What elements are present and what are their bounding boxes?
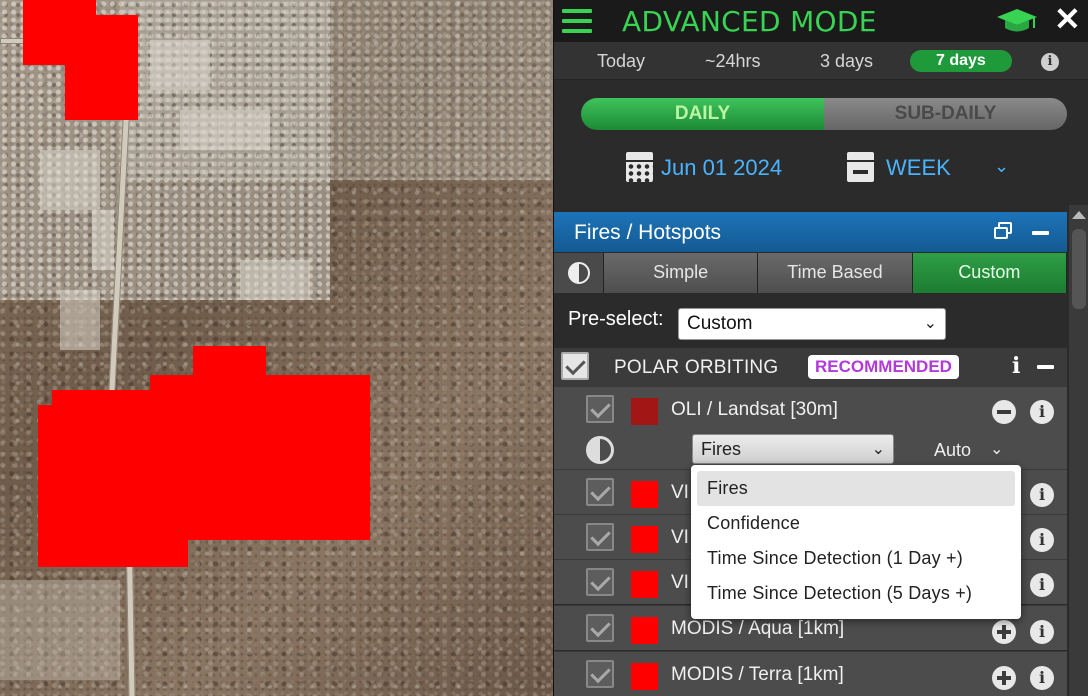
group-header: POLAR ORBITING RECOMMENDED i (554, 348, 1067, 386)
week-calendar-icon[interactable] (847, 152, 874, 182)
scroll-up-icon[interactable] (1072, 211, 1086, 219)
dropdown-option-time-5days[interactable]: Time Since Detection (5 Days +) (697, 576, 1015, 611)
date-bar: Jun 01 2024 WEEK ⌄ (554, 150, 1088, 186)
chevron-down-icon[interactable]: ⌄ (994, 156, 1009, 177)
group-title: POLAR ORBITING (614, 357, 779, 378)
building-block (180, 110, 270, 150)
info-icon[interactable]: i (1041, 53, 1059, 71)
tab-time-based[interactable]: Time Based (758, 253, 913, 293)
sensor-row: OLI / Landsat [30m] i (554, 386, 1067, 432)
add-icon[interactable] (992, 666, 1016, 690)
contrast-icon[interactable] (586, 436, 614, 464)
daily-subdaily-toggle[interactable]: DAILY SUB-DAILY (581, 98, 1067, 130)
dropdown-option-time-1day[interactable]: Time Since Detection (1 Day +) (697, 541, 1015, 576)
layer-title: Fires / Hotspots (574, 221, 722, 244)
date-value[interactable]: Jun 01 2024 (661, 155, 782, 181)
group-checkbox[interactable] (561, 352, 589, 380)
panel-header: ADVANCED MODE ✕ (554, 0, 1088, 42)
scale-select[interactable]: Auto (934, 440, 971, 461)
graduation-cap-icon[interactable] (996, 8, 1038, 34)
sensor-checkbox[interactable] (586, 523, 614, 551)
close-icon[interactable]: ✕ (1054, 2, 1081, 36)
info-icon[interactable]: i (1012, 353, 1020, 379)
subdaily-option[interactable]: SUB-DAILY (824, 98, 1067, 130)
style-select[interactable]: Fires ⌄ (692, 434, 894, 464)
info-icon[interactable]: i (1030, 620, 1054, 644)
sensor-checkbox[interactable] (586, 478, 614, 506)
scroll-thumb[interactable] (1072, 229, 1086, 309)
hamburger-icon[interactable] (562, 9, 592, 33)
building-block (92, 210, 114, 270)
copy-icon[interactable] (994, 222, 1014, 240)
sensor-checkbox[interactable] (586, 568, 614, 596)
info-icon[interactable]: i (1030, 666, 1054, 690)
dropdown-option-confidence[interactable]: Confidence (697, 506, 1015, 541)
tab-custom[interactable]: Custom (912, 253, 1067, 293)
opacity-tab[interactable] (554, 253, 604, 293)
sensor-checkbox[interactable] (586, 660, 614, 688)
building-block (0, 580, 120, 680)
preselect-value: Custom (687, 313, 753, 334)
chevron-down-icon[interactable]: ⌄ (990, 439, 1003, 459)
layer-header: Fires / Hotspots (554, 212, 1067, 252)
time-range-bar: Today ~24hrs 3 days 7 days i (554, 42, 1088, 80)
fire-detection-area[interactable] (38, 405, 188, 567)
collapse-icon[interactable] (1037, 365, 1054, 369)
panel-title: ADVANCED MODE (622, 5, 877, 38)
sensor-name: VI (671, 482, 689, 503)
info-icon[interactable]: i (1030, 573, 1054, 597)
sensor-name: VI (671, 527, 689, 548)
sensor-row: MODIS / Terra [1km] i (554, 651, 1067, 696)
info-icon[interactable]: i (1030, 483, 1054, 507)
sensor-checkbox[interactable] (586, 395, 614, 423)
fire-detection-area[interactable] (65, 15, 138, 120)
dropdown-option-fires[interactable]: Fires (697, 471, 1015, 506)
sensor-color-swatch[interactable] (631, 526, 658, 553)
urban-area (120, 0, 553, 180)
info-icon[interactable]: i (1030, 528, 1054, 552)
range-3days[interactable]: 3 days (820, 51, 873, 72)
building-block (240, 260, 310, 300)
chevron-down-icon: ⌄ (871, 441, 885, 458)
tab-simple[interactable]: Simple (604, 253, 759, 293)
range-7days[interactable]: 7 days (910, 50, 1012, 72)
sensor-name: MODIS / Aqua [1km] (671, 618, 845, 639)
range-today[interactable]: Today (597, 51, 645, 72)
recommended-badge: RECOMMENDED (808, 355, 959, 379)
collapse-icon[interactable] (1032, 231, 1049, 235)
daily-option[interactable]: DAILY (581, 98, 824, 130)
style-select-value: Fires (701, 439, 741, 459)
chevron-down-icon: ⌄ (923, 315, 937, 332)
preselect-label: Pre-select: (568, 308, 664, 330)
building-block (40, 150, 100, 210)
info-icon[interactable]: i (1030, 400, 1054, 424)
sensor-color-swatch[interactable] (631, 571, 658, 598)
period-value[interactable]: WEEK (886, 155, 951, 181)
sensor-color-swatch[interactable] (631, 663, 658, 690)
sensor-name: MODIS / Terra [1km] (671, 664, 844, 685)
add-icon[interactable] (992, 620, 1016, 644)
calendar-icon[interactable] (626, 152, 653, 182)
layer-mode-tabs: Simple Time Based Custom (554, 253, 1067, 293)
remove-icon[interactable] (992, 400, 1016, 424)
range-24hrs[interactable]: ~24hrs (705, 51, 761, 72)
fire-detection-area[interactable] (180, 440, 260, 540)
sensor-style-row: Fires ⌄ Auto ⌄ (554, 431, 1067, 469)
building-block (150, 40, 210, 90)
building-block (60, 290, 100, 350)
sensor-color-swatch[interactable] (631, 481, 658, 508)
satellite-map[interactable] (0, 0, 553, 696)
style-dropdown-menu: Fires Confidence Time Since Detection (1… (691, 465, 1021, 619)
preselect-select[interactable]: Custom ⌄ (678, 308, 946, 340)
contrast-icon (568, 262, 590, 284)
sensor-name: VI (671, 572, 689, 593)
sensor-color-swatch[interactable] (631, 398, 658, 425)
scrollbar[interactable] (1069, 205, 1088, 696)
sensor-color-swatch[interactable] (631, 617, 658, 644)
sensor-checkbox[interactable] (586, 614, 614, 642)
sensor-name: OLI / Landsat [30m] (671, 399, 838, 420)
